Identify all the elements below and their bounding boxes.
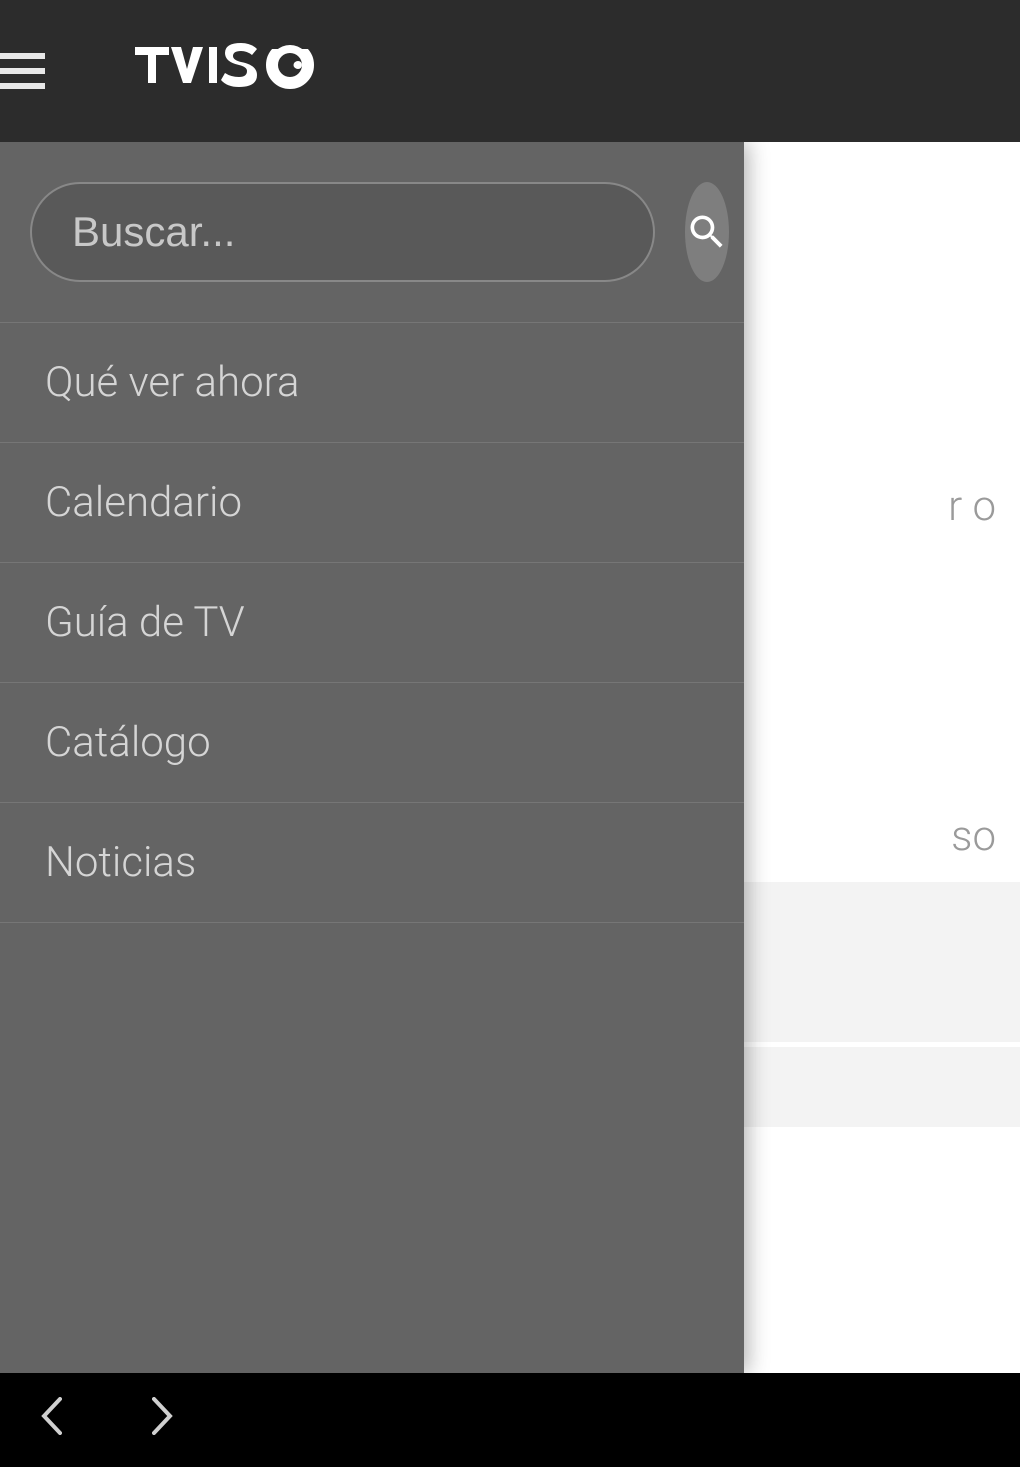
menu-item-calendario[interactable]: Calendario <box>0 443 744 563</box>
background-text-fragment: so <box>951 812 996 861</box>
menu-item-label: Catálogo <box>45 718 211 767</box>
menu-item-label: Qué ver ahora <box>45 358 299 407</box>
background-card <box>740 882 1020 1042</box>
search-button[interactable] <box>685 182 729 282</box>
nav-back-icon[interactable] <box>40 1393 62 1447</box>
menu-item-que-ver-ahora[interactable]: Qué ver ahora <box>0 323 744 443</box>
menu-item-label: Guía de TV <box>45 598 245 647</box>
menu-item-label: Noticias <box>45 838 196 887</box>
menu-item-noticias[interactable]: Noticias <box>0 803 744 923</box>
search-row <box>0 142 744 322</box>
hamburger-menu-icon[interactable] <box>0 53 45 89</box>
search-icon <box>685 210 729 254</box>
search-input[interactable] <box>30 182 655 282</box>
nav-forward-icon[interactable] <box>152 1393 174 1447</box>
menu-item-catalogo[interactable]: Catálogo <box>0 683 744 803</box>
menu-item-guia-de-tv[interactable]: Guía de TV <box>0 563 744 683</box>
bottom-navigation-bar <box>0 1373 1020 1467</box>
background-text-fragment: r o <box>948 482 996 531</box>
app-logo <box>135 43 335 99</box>
navigation-drawer: Qué ver ahora Calendario Guía de TV Catá… <box>0 142 744 1373</box>
app-header <box>0 0 1020 142</box>
navigation-menu: Qué ver ahora Calendario Guía de TV Catá… <box>0 322 744 923</box>
menu-item-label: Calendario <box>45 478 242 527</box>
background-card <box>740 1047 1020 1127</box>
